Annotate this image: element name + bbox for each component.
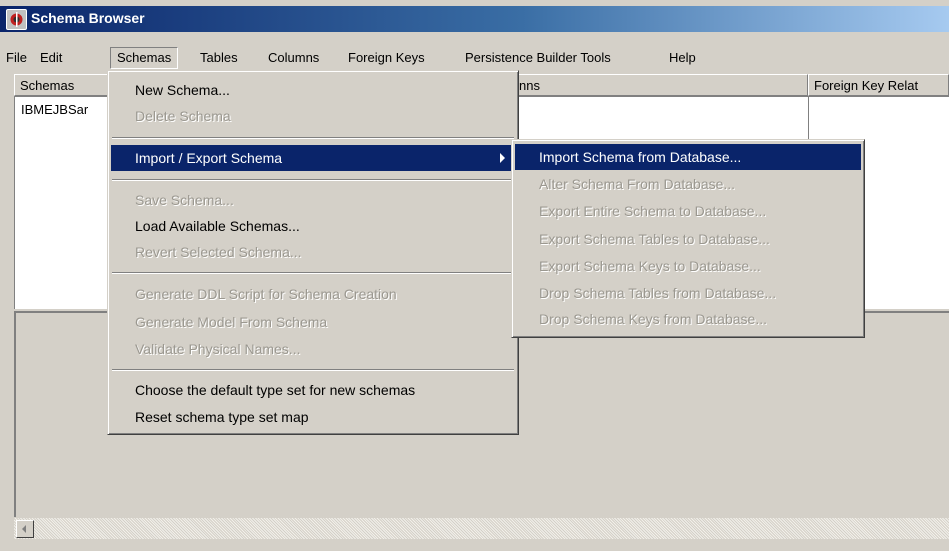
menu-edit[interactable]: Edit (40, 47, 62, 69)
submenu-arrow-icon (500, 153, 505, 163)
export-schema-tables-menu-item[interactable]: Export Schema Tables to Database... (515, 226, 861, 252)
revert-selected-schema-menu-item[interactable]: Revert Selected Schema... (111, 239, 515, 265)
export-schema-keys-menu-item[interactable]: Export Schema Keys to Database... (515, 253, 861, 279)
import-export-submenu: Import Schema from Database... Alter Sch… (511, 139, 865, 338)
foreign-keys-column-header[interactable]: Foreign Key Relat (808, 74, 949, 96)
export-entire-schema-menu-item[interactable]: Export Entire Schema to Database... (515, 198, 861, 224)
menu-separator (112, 272, 514, 274)
menu-separator (112, 179, 514, 181)
scroll-left-arrow-icon[interactable] (16, 520, 34, 538)
menu-persistence-builder-tools[interactable]: Persistence Builder Tools (465, 47, 611, 69)
menu-separator (112, 137, 514, 139)
schemas-list[interactable]: IBMEJBSar (14, 96, 111, 309)
menu-schemas[interactable]: Schemas (110, 47, 179, 69)
drop-schema-keys-menu-item[interactable]: Drop Schema Keys from Database... (515, 306, 861, 332)
menu-file[interactable]: File (6, 47, 27, 69)
menu-columns[interactable]: Columns (268, 47, 319, 69)
delete-schema-menu-item[interactable]: Delete Schema (111, 103, 515, 129)
generate-ddl-menu-item[interactable]: Generate DDL Script for Schema Creation (111, 281, 515, 307)
alter-schema-from-database-menu-item[interactable]: Alter Schema From Database... (515, 171, 861, 197)
import-export-label: Import / Export Schema (135, 150, 283, 166)
window-title: Schema Browser (31, 10, 145, 26)
reset-schema-type-set-map-menu-item[interactable]: Reset schema type set map (111, 404, 515, 430)
columns-header-label: nns (519, 78, 540, 93)
import-export-schema-menu-item[interactable]: Import / Export Schema (111, 145, 515, 171)
list-item[interactable]: IBMEJBSar (21, 102, 88, 117)
menu-help[interactable]: Help (669, 47, 696, 69)
menu-tables[interactable]: Tables (200, 47, 238, 69)
drop-schema-tables-menu-item[interactable]: Drop Schema Tables from Database... (515, 280, 861, 306)
menu-foreign-keys[interactable]: Foreign Keys (348, 47, 425, 69)
import-schema-from-database-menu-item[interactable]: Import Schema from Database... (515, 144, 861, 170)
horizontal-scrollbar[interactable] (14, 517, 949, 539)
new-schema-menu-item[interactable]: New Schema... (111, 77, 515, 103)
save-schema-menu-item[interactable]: Save Schema... (111, 187, 515, 213)
schemas-menu: New Schema... Delete Schema Import / Exp… (107, 70, 519, 435)
title-bar: Schema Browser (0, 6, 949, 32)
menu-separator (112, 369, 514, 371)
menu-bar: File Edit Schemas Tables Columns Foreign… (0, 32, 949, 72)
app-icon[interactable] (6, 9, 27, 30)
validate-physical-names-menu-item[interactable]: Validate Physical Names... (111, 336, 515, 362)
choose-default-type-set-menu-item[interactable]: Choose the default type set for new sche… (111, 377, 515, 403)
load-available-schemas-menu-item[interactable]: Load Available Schemas... (111, 213, 515, 239)
generate-model-menu-item[interactable]: Generate Model From Schema (111, 309, 515, 335)
schemas-column-header[interactable]: Schemas (14, 74, 111, 96)
